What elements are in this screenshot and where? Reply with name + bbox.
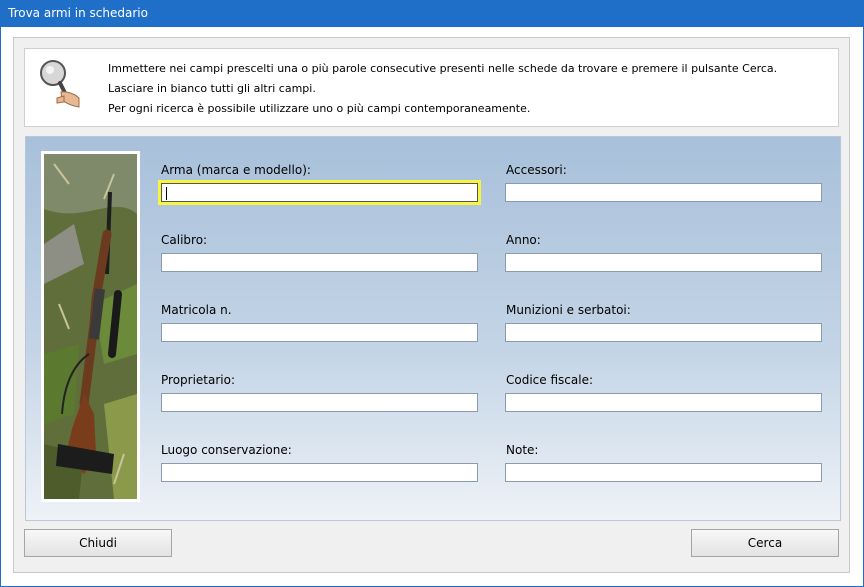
search-panel: Arma (marca e modello): Calibro: Matrico… bbox=[25, 136, 841, 521]
calibro-field[interactable] bbox=[161, 253, 478, 272]
info-line: Lasciare in bianco tutti gli altri campi… bbox=[108, 82, 316, 95]
info-box: Immettere nei campi prescelti una o più … bbox=[24, 48, 839, 127]
matricola-field[interactable] bbox=[161, 323, 478, 342]
proprietario-field[interactable] bbox=[161, 393, 478, 412]
munizioni-label: Munizioni e serbatoi: bbox=[506, 303, 631, 317]
info-line: Per ogni ricerca è possibile utilizzare … bbox=[108, 102, 531, 115]
info-text: Immettere nei campi prescelti una o più … bbox=[108, 62, 777, 122]
luogo-conservazione-field[interactable] bbox=[161, 463, 478, 482]
codice-fiscale-label: Codice fiscale: bbox=[506, 373, 593, 387]
luogo-conservazione-label: Luogo conservazione: bbox=[161, 443, 292, 457]
anno-label: Anno: bbox=[506, 233, 541, 247]
rifle-photo bbox=[41, 151, 140, 502]
matricola-label: Matricola n. bbox=[161, 303, 232, 317]
arma-field[interactable] bbox=[161, 183, 478, 202]
note-field[interactable] bbox=[505, 463, 822, 482]
info-line: Immettere nei campi prescelti una o più … bbox=[108, 62, 778, 75]
accessori-field[interactable] bbox=[505, 183, 822, 202]
note-label: Note: bbox=[506, 443, 539, 457]
codice-fiscale-field[interactable] bbox=[505, 393, 822, 412]
window-title: Trova armi in schedario bbox=[8, 6, 148, 20]
calibro-label: Calibro: bbox=[161, 233, 208, 247]
chiudi-button[interactable]: Chiudi bbox=[24, 529, 172, 557]
accessori-label: Accessori: bbox=[506, 163, 567, 177]
munizioni-field[interactable] bbox=[505, 323, 822, 342]
anno-field[interactable] bbox=[505, 253, 822, 272]
proprietario-label: Proprietario: bbox=[161, 373, 236, 387]
dialog-frame: Immettere nei campi prescelti una o più … bbox=[13, 37, 850, 573]
text-cursor bbox=[166, 187, 167, 200]
title-bar: Trova armi in schedario bbox=[0, 0, 864, 27]
dialog-window: Immettere nei campi prescelti una o più … bbox=[1, 27, 863, 586]
cerca-button[interactable]: Cerca bbox=[691, 529, 839, 557]
magnifier-icon bbox=[40, 60, 80, 108]
arma-label: Arma (marca e modello): bbox=[161, 163, 311, 177]
